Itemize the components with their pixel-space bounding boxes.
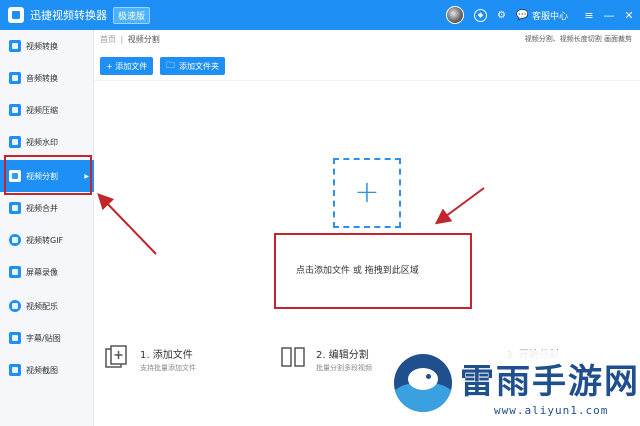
watermark-logo-icon [394, 354, 452, 412]
arrow-to-dropzone [434, 187, 485, 225]
add-file-step-icon [105, 345, 127, 368]
site-watermark: 雷雨手游网 www.aliyun1.com [384, 350, 640, 426]
split-step-icon [281, 347, 305, 367]
step-title: 2. 编辑分割 [316, 350, 369, 361]
step-desc: 支持批量添加文件 [140, 364, 196, 372]
app-window: 迅捷视频转换器 极速版 ◆ ⚙ 💬 客服中心 ≡ — ✕ 视频转换 音频转换 视… [0, 0, 640, 426]
watermark-brand: 雷雨手游网 [460, 362, 640, 402]
step-add-file: 1. 添加文件 支持批量添加文件 [104, 344, 264, 374]
step-title: 1. 添加文件 [140, 350, 193, 361]
watermark-url: www.aliyun1.com [494, 404, 609, 417]
arrow-to-sidebar [97, 193, 157, 255]
step-desc: 批量分割多段视频 [316, 364, 372, 372]
